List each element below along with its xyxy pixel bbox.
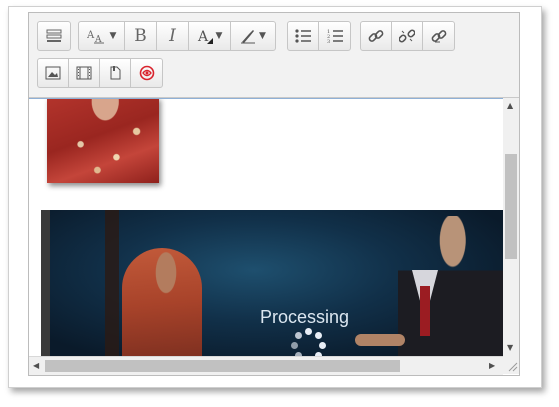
insert-media-button[interactable] (69, 59, 100, 87)
font-color-dropdown[interactable]: A ▼ (189, 22, 231, 50)
resize-handle[interactable] (503, 356, 519, 374)
auto-link-button[interactable] (423, 22, 454, 50)
svg-text:A: A (197, 29, 209, 44)
toolbar-group-links (360, 21, 455, 51)
toolbar-group-insert (37, 58, 163, 88)
video-set-pillar (105, 210, 119, 357)
numbered-list-button[interactable]: 1 2 3 (319, 22, 350, 50)
processing-label: Processing (260, 307, 350, 327)
unlink-icon (399, 29, 415, 43)
embedded-photo[interactable] (47, 99, 159, 183)
toolbar-group-lists: 1 2 3 (287, 21, 351, 51)
scroll-down-icon[interactable]: ▼ (507, 343, 513, 352)
image-icon (45, 66, 61, 80)
numbered-list-icon: 1 2 3 (327, 29, 343, 44)
italic-button[interactable]: I (157, 22, 189, 50)
show-more-buttons[interactable] (38, 22, 70, 50)
font-size-dropdown[interactable]: A A ▼ (79, 22, 125, 50)
chevron-down-icon: ▼ (109, 31, 117, 41)
resize-grip-icon (508, 362, 518, 372)
horizontal-scroll-thumb[interactable] (45, 360, 400, 372)
horizontal-scrollbar[interactable]: ◀ ▶ (29, 356, 503, 375)
insert-image-button[interactable] (38, 59, 69, 87)
rich-text-editor: A A ▼ B I A ▼ ▼ 1 2 3 Processing ▲ ▼ ◀ ▶ (28, 12, 520, 376)
auto-link-icon (431, 30, 446, 43)
svg-text:A: A (87, 30, 95, 41)
video-guest-figure (122, 248, 202, 357)
link-button[interactable] (361, 22, 392, 50)
background-color-icon (241, 30, 256, 44)
video-host-tie (420, 286, 430, 336)
bullet-list-button[interactable] (288, 22, 319, 50)
scroll-up-icon[interactable]: ▲ (507, 101, 513, 110)
recordrtc-icon (139, 65, 154, 81)
editor-toolbar: A A ▼ B I A ▼ ▼ 1 2 3 (29, 13, 519, 98)
toolbar-toggle-icon (46, 29, 62, 42)
vertical-scrollbar[interactable]: ▲ ▼ (503, 98, 519, 356)
loading-spinner-icon (290, 328, 326, 357)
svg-text:3: 3 (327, 39, 330, 44)
background-color-dropdown[interactable]: ▼ (231, 22, 275, 50)
video-host-figure (398, 216, 503, 357)
vertical-scroll-thumb[interactable] (505, 154, 517, 259)
toolbar-group-style: A A ▼ B I A ▼ ▼ (78, 21, 276, 51)
scroll-right-icon[interactable]: ▶ (489, 361, 495, 370)
bold-button[interactable]: B (125, 22, 157, 50)
video-host-hand (355, 334, 405, 346)
chevron-down-icon: ▼ (259, 31, 266, 41)
embedded-video[interactable]: Processing (41, 210, 503, 357)
media-icon (76, 66, 92, 80)
italic-icon: I (169, 26, 176, 46)
link-icon (368, 30, 384, 42)
font-size-icon: A A (87, 30, 104, 44)
recordrtc-button[interactable] (131, 59, 162, 87)
bullet-list-icon (295, 29, 311, 43)
toolbar-group-toggle (37, 21, 71, 51)
font-color-icon: A (197, 29, 213, 44)
file-manager-icon (110, 66, 121, 80)
bold-icon: B (134, 26, 147, 46)
editor-content-area[interactable]: Processing (29, 98, 503, 357)
file-manager-button[interactable] (100, 59, 131, 87)
chevron-down-icon: ▼ (215, 31, 223, 41)
unlink-button[interactable] (392, 22, 423, 50)
scroll-left-icon[interactable]: ◀ (33, 361, 39, 370)
